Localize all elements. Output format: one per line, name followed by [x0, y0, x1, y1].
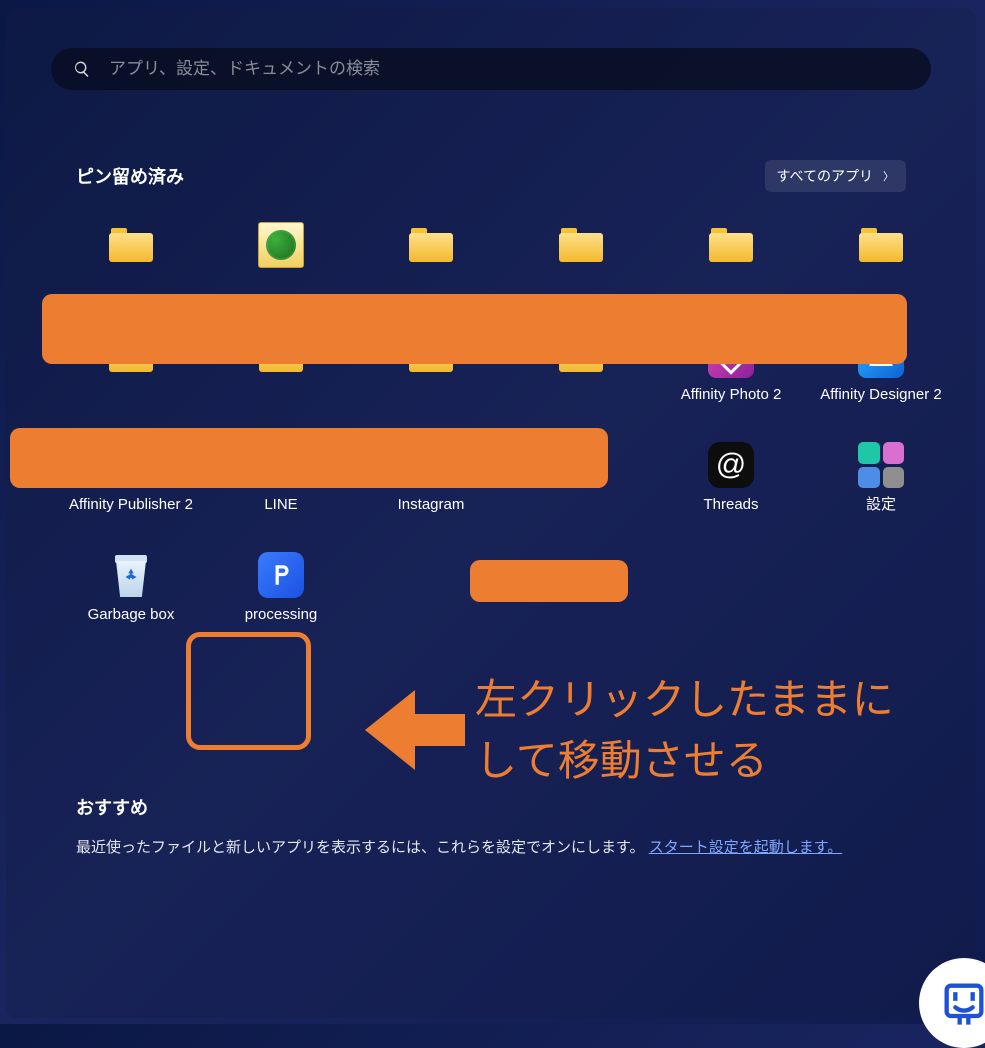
annotation-arrow-icon [360, 680, 470, 780]
folder-icon [559, 228, 603, 262]
redaction-bar [470, 560, 628, 602]
folder-icon [709, 228, 753, 262]
pinned-app-recyclebin[interactable]: Garbage box [56, 552, 206, 644]
search-bar[interactable] [51, 48, 931, 90]
annotation-text: 左クリックしたままに して移動させる [475, 670, 894, 792]
all-apps-label: すべてのアプリ [777, 166, 873, 186]
open-start-settings-link[interactable]: スタート設定を起動します。 [649, 839, 843, 856]
pinned-app-settings[interactable]: 設定 [806, 442, 956, 534]
search-icon [73, 60, 91, 78]
start-menu-panel: ピン留め済み すべてのアプリ 〉 Affinity Photo 2 Affini… [6, 8, 976, 1018]
search-input[interactable] [109, 59, 909, 79]
processing-icon [258, 552, 304, 598]
folder-icon [109, 228, 153, 262]
pinned-section-title: ピン留め済み [76, 163, 184, 189]
chevron-right-icon: 〉 [883, 168, 894, 184]
all-apps-button[interactable]: すべてのアプリ 〉 [765, 160, 906, 192]
recommend-section-title: おすすめ [76, 794, 906, 820]
pinned-app-processing[interactable]: processing [206, 552, 356, 644]
folder-icon [859, 228, 903, 262]
folder-icon [409, 228, 453, 262]
world-folder-icon [258, 222, 304, 268]
pinned-app-threads[interactable]: @Threads [656, 442, 806, 534]
redaction-bar [10, 428, 608, 488]
threads-icon: @ [708, 442, 754, 488]
settings-icon [858, 442, 904, 488]
recommend-hint-text: 最近使ったファイルと新しいアプリを表示するには、これらを設定でオンにします。 ス… [46, 820, 936, 857]
redaction-bar [42, 294, 907, 364]
recyclebin-icon [111, 553, 151, 597]
